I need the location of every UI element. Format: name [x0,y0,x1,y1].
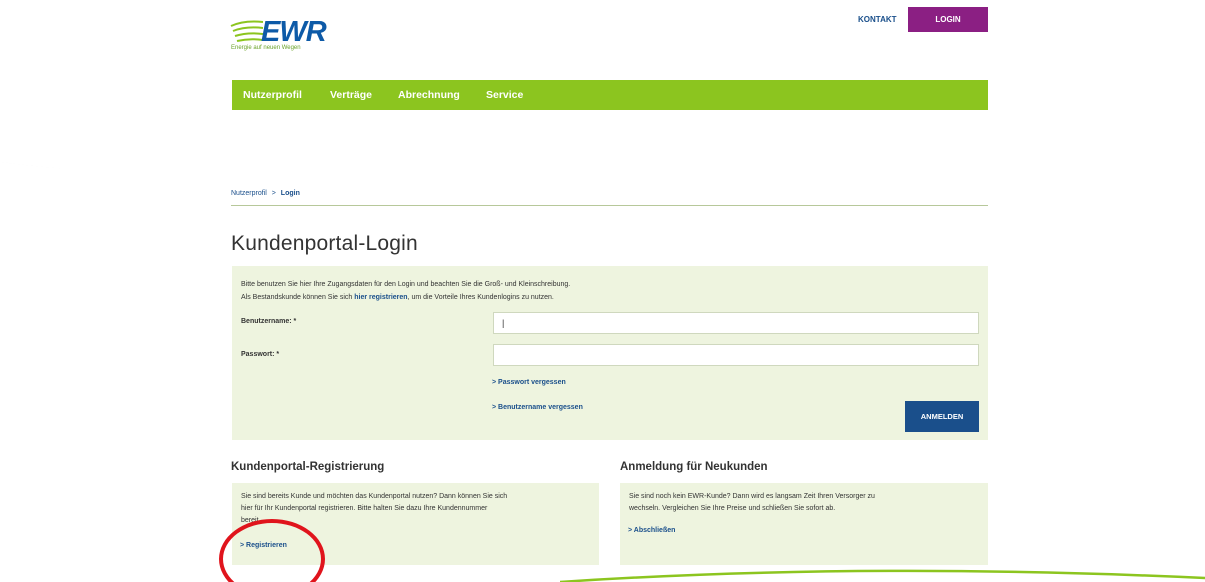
registration-title: Kundenportal-Registrierung [231,461,385,473]
nav-item-abrechnung[interactable]: Abrechnung [398,89,460,101]
username-label: Benutzername: * [241,318,297,325]
forgot-username-link[interactable]: > Benutzername vergessen [492,404,583,411]
new-customers-title: Anmeldung für Neukunden [620,461,768,473]
breadcrumb-separator: > [271,190,276,197]
header-swoosh [0,110,1205,174]
password-label: Passwort: * [241,351,280,358]
ewr-logo[interactable]: EWR Energie auf neuen Wegen [229,16,339,56]
nav-item-vertraege[interactable]: Verträge [330,89,372,101]
new-customers-text-line: Sie sind noch kein EWR-Kunde? Dann wird … [629,493,875,500]
top-login-button[interactable]: LOGIN [908,7,988,32]
intro-line-1: Bitte benutzen Sie hier Ihre Zugangsdate… [241,281,571,288]
abschliessen-link[interactable]: > Abschließen [628,527,675,534]
register-inline-link[interactable]: hier registrieren [354,294,407,301]
nav-item-nutzerprofil[interactable]: Nutzerprofil [243,89,302,101]
main-nav: Nutzerprofil Verträge Abrechnung Service [232,80,988,111]
login-form: Bitte benutzen Sie hier Ihre Zugangsdate… [232,266,988,440]
login-intro: Bitte benutzen Sie hier Ihre Zugangsdate… [241,278,570,304]
page-title: Kundenportal-Login [231,232,418,255]
forgot-password-link[interactable]: > Passwort vergessen [492,379,566,386]
logo-tagline: Energie auf neuen Wegen [231,45,301,51]
breadcrumb: Nutzerprofil > Login [231,190,300,197]
footer-swoosh [560,569,1205,582]
breadcrumb-current: Login [280,190,300,197]
new-customers-text: Sie sind noch kein EWR-Kunde? Dann wird … [629,491,875,515]
intro-text: Als Bestandskunde können Sie sich [241,294,355,301]
intro-text-post: , um die Vorteile Ihres Kundenlogins zu … [407,294,554,301]
breadcrumb-parent[interactable]: Nutzerprofil [231,190,267,197]
new-customers-card: Sie sind noch kein EWR-Kunde? Dann wird … [620,483,988,565]
new-customers-text-line: wechseln. Vergleichen Sie Ihre Preise un… [629,505,836,512]
intro-line-2: Als Bestandskunde können Sie sich hier r… [241,291,570,304]
anmelden-button[interactable]: ANMELDEN [905,401,979,432]
username-input[interactable]: | [493,312,979,334]
contact-link[interactable]: KONTAKT [858,15,897,24]
breadcrumb-divider [231,205,988,206]
nav-item-service[interactable]: Service [486,89,523,101]
registration-text-line: Sie sind bereits Kunde und möchten das K… [241,493,508,500]
registration-text-line: hier für Ihr Kundenportal registrieren. … [241,505,488,512]
password-input[interactable] [493,344,979,366]
